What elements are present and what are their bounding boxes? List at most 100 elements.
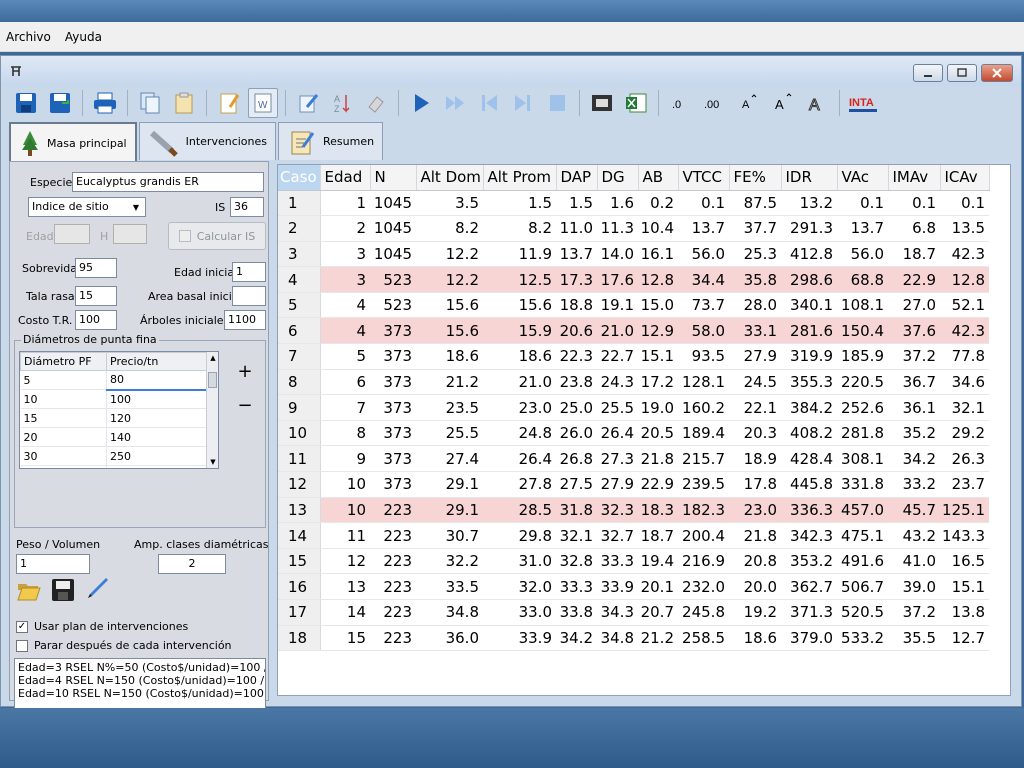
table-cell[interactable]: 362.7 — [781, 573, 837, 600]
table-cell[interactable]: 189.4 — [678, 420, 729, 447]
decimals-1-button[interactable]: .0 — [666, 88, 696, 118]
column-header[interactable]: DG — [597, 165, 639, 191]
table-cell[interactable]: 27.4 — [416, 445, 483, 473]
table-cell[interactable]: 26.0 — [556, 420, 597, 447]
table-cell[interactable]: 384.2 — [781, 394, 837, 421]
table-cell[interactable]: 25.5 — [416, 420, 483, 447]
table-cell[interactable]: 42.3 — [940, 317, 989, 345]
table-row[interactable]: 12 10 373 29.1 27.8 27.5 27.9 22.9 239.5 17.8 445.… — [278, 471, 989, 498]
tab-intervenciones[interactable]: Intervenciones — [138, 122, 276, 160]
table-cell[interactable]: 533.2 — [837, 625, 888, 652]
table-cell[interactable]: 21.0 — [483, 369, 556, 396]
table-cell[interactable]: 32.2 — [416, 548, 483, 575]
row-header[interactable]: 5 — [278, 292, 321, 319]
parar-checkbox[interactable]: Parar después de cada intervención — [16, 639, 232, 652]
table-row[interactable]: 5 80 — [20, 370, 208, 391]
table-cell[interactable]: 281.6 — [781, 317, 837, 345]
table-cell[interactable]: 25.0 — [556, 394, 597, 421]
table-cell[interactable]: 24.8 — [483, 420, 556, 447]
table-cell[interactable]: 18.9 — [729, 445, 781, 473]
table-cell[interactable]: 1.5 — [483, 190, 556, 217]
table-row[interactable]: 9 7 373 23.5 23.0 25.0 25.5 19.0 160.2 22.1 384.2 2… — [278, 394, 989, 421]
table-cell[interactable]: 160.2 — [678, 394, 729, 421]
row-header[interactable]: 14 — [278, 522, 321, 549]
table-cell[interactable]: 56.0 — [837, 241, 888, 268]
table-cell[interactable]: 45.7 — [888, 497, 940, 524]
menu-archivo[interactable]: Archivo — [6, 30, 51, 44]
table-cell[interactable]: 445.8 — [781, 471, 837, 498]
table-cell[interactable]: 23.5 — [416, 394, 483, 421]
save-button[interactable] — [11, 88, 41, 118]
table-cell[interactable]: 353.2 — [781, 548, 837, 575]
table-cell[interactable]: 5 — [20, 370, 107, 390]
table-cell[interactable]: 319.9 — [781, 343, 837, 370]
table-cell[interactable]: 15 — [320, 625, 370, 652]
tab-resumen[interactable]: Resumen — [278, 122, 384, 160]
column-header[interactable]: Alt Prom — [483, 165, 557, 191]
table-cell[interactable]: 18.6 — [729, 625, 781, 652]
table-cell[interactable]: 491.6 — [837, 548, 888, 575]
table-cell[interactable]: 26.4 — [597, 420, 638, 447]
row-header[interactable]: 2 — [278, 215, 321, 242]
play-button[interactable] — [406, 88, 436, 118]
table-cell[interactable]: 24.3 — [597, 369, 638, 396]
table-cell[interactable]: 13.7 — [678, 215, 729, 242]
column-header[interactable]: VTCC — [678, 165, 730, 191]
table-cell[interactable]: 520.5 — [837, 599, 888, 626]
table-row[interactable]: 18 15 223 36.0 33.9 34.2 34.8 21.2 258.5 18.6 379.… — [278, 625, 989, 652]
table-cell[interactable]: 428.4 — [781, 445, 837, 473]
especie-field[interactable]: Eucalyptus grandis ER — [72, 172, 264, 192]
table-cell[interactable]: 29.1 — [416, 497, 483, 524]
table-row[interactable]: 17 14 223 34.8 33.0 33.8 34.3 20.7 245.8 19.2 371.… — [278, 599, 989, 626]
row-header[interactable]: 11 — [278, 445, 321, 473]
table-cell[interactable]: 150.4 — [837, 317, 888, 345]
table-row[interactable]: 6 4 373 15.6 15.9 20.6 21.0 12.9 58.0 33.1 281.6 15… — [278, 317, 989, 345]
table-cell[interactable]: 18.8 — [556, 292, 597, 319]
table-cell[interactable]: 342.3 — [781, 522, 837, 549]
table-cell[interactable]: 27.5 — [556, 471, 597, 498]
table-cell[interactable]: 58.0 — [678, 317, 729, 345]
table-cell[interactable]: 20.0 — [729, 573, 781, 600]
open-folder-button[interactable] — [16, 578, 42, 605]
table-cell[interactable]: 371.3 — [781, 599, 837, 626]
column-header[interactable]: DAP — [556, 165, 598, 191]
table-cell[interactable]: 8.2 — [416, 215, 483, 242]
table-cell[interactable]: 32.1 — [556, 522, 597, 549]
table-cell[interactable]: 27.3 — [597, 445, 638, 473]
row-header[interactable]: 6 — [278, 317, 321, 345]
costo-tr-field[interactable]: 100 — [75, 310, 117, 330]
table-cell[interactable]: 19.0 — [638, 394, 678, 421]
table-cell[interactable]: 216.9 — [678, 548, 729, 575]
table-cell[interactable]: 73.7 — [678, 292, 729, 319]
table-cell[interactable]: 250 — [106, 446, 208, 466]
table-cell[interactable]: 18.3 — [638, 497, 678, 524]
table-cell[interactable]: 26.8 — [556, 445, 597, 473]
table-row[interactable]: 3 3 1045 12.2 11.9 13.7 14.0 16.1 56.0 25.3 412.8 5… — [278, 241, 989, 268]
edad-inicial-field[interactable]: 1 — [232, 262, 266, 282]
font-decrease-button[interactable]: A — [734, 88, 764, 118]
table-cell[interactable]: 0.1 — [837, 190, 888, 217]
table-cell[interactable]: 26.3 — [940, 445, 989, 473]
h-field[interactable] — [113, 224, 147, 244]
table-cell[interactable]: 16.1 — [638, 241, 678, 268]
table-cell[interactable]: 43.2 — [888, 522, 940, 549]
table-cell[interactable]: 10.4 — [638, 215, 678, 242]
table-cell[interactable]: 42.3 — [940, 241, 989, 268]
table-cell[interactable]: 408.2 — [781, 420, 837, 447]
table-cell[interactable]: 25.3 — [729, 241, 781, 268]
table-cell[interactable]: 0.1 — [940, 190, 989, 217]
table-cell[interactable]: 12.8 — [638, 266, 678, 293]
table-cell[interactable]: 373 — [370, 394, 416, 421]
row-header[interactable]: 10 — [278, 420, 321, 447]
area-basal-field[interactable] — [232, 286, 266, 306]
table-cell[interactable]: 11.9 — [483, 241, 556, 268]
table-cell[interactable]: 52.1 — [940, 292, 989, 319]
eraser-button[interactable] — [361, 88, 391, 118]
table-cell[interactable]: 373 — [370, 471, 416, 498]
table-cell[interactable]: 10 — [20, 389, 107, 409]
table-cell[interactable]: 15.6 — [416, 292, 483, 319]
table-cell[interactable]: 223 — [370, 573, 416, 600]
table-cell[interactable]: 23.0 — [483, 394, 556, 421]
table-cell[interactable]: 80 — [106, 370, 208, 391]
table-cell[interactable]: 8 — [320, 420, 370, 447]
